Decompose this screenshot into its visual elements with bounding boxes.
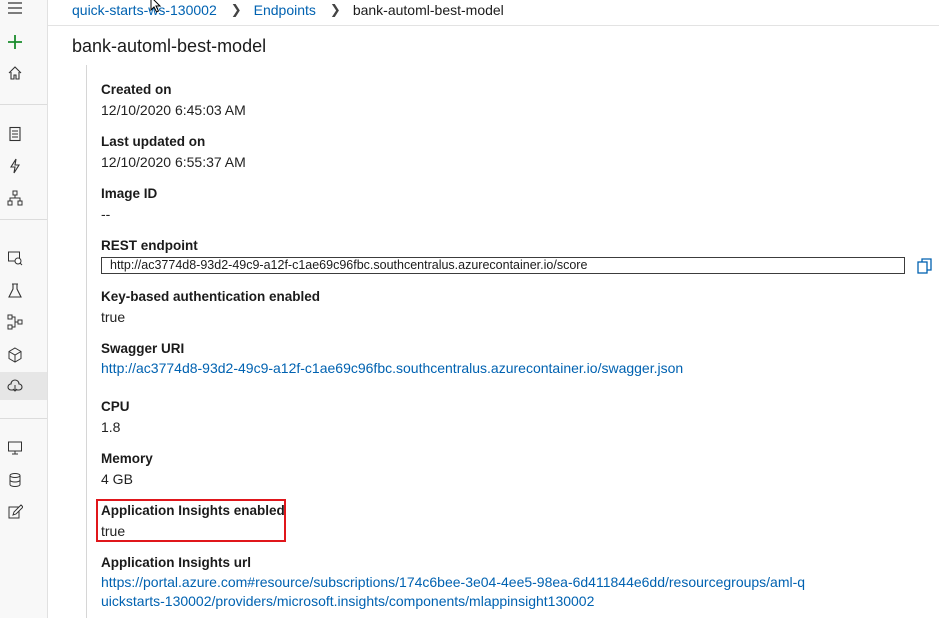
mouse-cursor-icon bbox=[150, 0, 162, 13]
key-auth-label: Key-based authentication enabled bbox=[101, 289, 321, 304]
app-insights-enabled-label: Application Insights enabled bbox=[101, 503, 285, 518]
add-icon[interactable] bbox=[4, 31, 26, 53]
models-icon[interactable] bbox=[4, 344, 26, 366]
datasets-icon[interactable] bbox=[4, 247, 26, 269]
app-insights-url-link-line2[interactable]: uickstarts-130002/providers/microsoft.in… bbox=[101, 593, 594, 609]
breadcrumb-endpoints-link[interactable]: Endpoints bbox=[254, 2, 316, 18]
home-icon[interactable] bbox=[4, 62, 26, 84]
copy-icon[interactable] bbox=[916, 257, 934, 275]
swagger-uri-link[interactable]: http://ac3774d8-93d2-49c9-a12f-c1ae69c96… bbox=[101, 360, 683, 376]
created-on-value: 12/10/2020 6:45:03 AM bbox=[101, 102, 246, 118]
rest-endpoint-field[interactable]: http://ac3774d8-93d2-49c9-a12f-c1ae69c96… bbox=[101, 257, 905, 274]
app-insights-enabled-value: true bbox=[101, 523, 126, 539]
designer-icon[interactable] bbox=[4, 187, 26, 209]
header-divider bbox=[48, 25, 939, 26]
sidebar-divider bbox=[0, 104, 47, 105]
endpoints-icon[interactable] bbox=[4, 375, 26, 397]
breadcrumb: quick-starts-ws-130002 ❯ Endpoints ❯ ban… bbox=[72, 0, 504, 20]
app-insights-url-label: Application Insights url bbox=[101, 555, 252, 570]
compute-icon[interactable] bbox=[4, 437, 26, 459]
notebook-icon[interactable] bbox=[4, 123, 26, 145]
left-nav-sidebar bbox=[0, 0, 48, 618]
experiments-icon[interactable] bbox=[4, 280, 26, 302]
created-on-label: Created on bbox=[101, 82, 172, 97]
swagger-uri-label: Swagger URI bbox=[101, 341, 185, 356]
labeling-icon[interactable] bbox=[4, 501, 26, 523]
cpu-value: 1.8 bbox=[101, 419, 121, 435]
memory-label: Memory bbox=[101, 451, 153, 466]
automl-icon[interactable] bbox=[4, 155, 26, 177]
key-auth-value: true bbox=[101, 309, 126, 325]
image-id-label: Image ID bbox=[101, 186, 158, 201]
breadcrumb-workspace-link[interactable]: quick-starts-ws-130002 bbox=[72, 2, 217, 18]
rest-endpoint-label: REST endpoint bbox=[101, 238, 198, 253]
memory-value: 4 GB bbox=[101, 471, 133, 487]
breadcrumb-current: bank-automl-best-model bbox=[352, 2, 504, 18]
menu-icon[interactable] bbox=[4, 0, 26, 19]
last-updated-label: Last updated on bbox=[101, 134, 206, 149]
sidebar-divider bbox=[0, 219, 47, 220]
app-insights-url-link-line1[interactable]: https://portal.azure.com#resource/subscr… bbox=[101, 574, 805, 590]
last-updated-value: 12/10/2020 6:55:37 AM bbox=[101, 154, 246, 170]
sidebar-divider bbox=[0, 418, 47, 419]
details-left-border bbox=[86, 65, 87, 618]
chevron-right-icon: ❯ bbox=[329, 2, 341, 17]
image-id-value: -- bbox=[101, 206, 111, 222]
cpu-label: CPU bbox=[101, 399, 130, 414]
page-title: bank-automl-best-model bbox=[72, 36, 267, 56]
datastores-icon[interactable] bbox=[4, 469, 26, 491]
chevron-right-icon: ❯ bbox=[230, 2, 242, 17]
pipelines-icon[interactable] bbox=[4, 311, 26, 333]
